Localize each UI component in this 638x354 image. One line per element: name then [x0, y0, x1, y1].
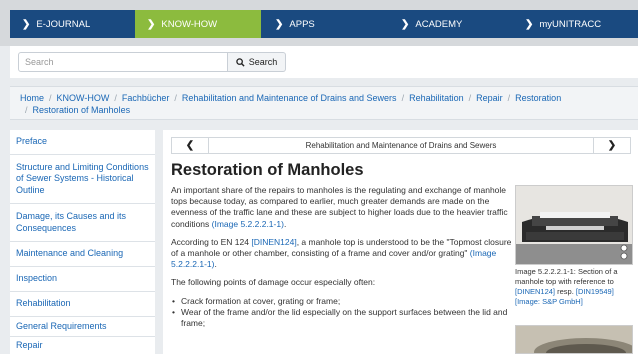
sidebar-item-label: Repair	[16, 339, 43, 350]
nav-label: KNOW-HOW	[161, 18, 218, 30]
breadcrumb-repair[interactable]: Repair	[476, 93, 503, 103]
nav-myunitracc[interactable]: ❯ myUNITRACC	[513, 10, 638, 38]
sidebar-item-label: Structure and Limiting Conditions of Sew…	[16, 161, 149, 195]
next-page-button[interactable]: ❯	[593, 138, 630, 153]
figure-caption: Image 5.2.2.2.1-1: Section of a manhole …	[515, 267, 618, 306]
search-icon	[236, 57, 245, 67]
chevron-right-icon: ❯	[607, 140, 617, 151]
manhole-section-image[interactable]	[515, 185, 633, 265]
sidebar-item-label: Rehabilitation	[16, 298, 71, 309]
nav-know-how[interactable]: ❯ KNOW-HOW	[135, 10, 261, 38]
manhole-photo-icon	[516, 326, 632, 353]
breadcrumb-separator: /	[49, 93, 52, 103]
breadcrumb-restoration[interactable]: Restoration	[515, 93, 561, 103]
breadcrumb-current[interactable]: Restoration of Manholes	[33, 105, 131, 115]
nav-apps[interactable]: ❯ APPS	[261, 10, 387, 38]
previous-page-button[interactable]: ❮	[172, 138, 209, 153]
sidebar-item-label: Damage, its Causes and its Consequences	[16, 211, 127, 233]
chevron-right-icon: ❯	[275, 18, 284, 30]
sidebar-item-inspection[interactable]: Inspection	[10, 267, 155, 292]
nav-e-journal[interactable]: ❯ E-JOURNAL	[10, 10, 135, 38]
paragraph: The following points of damage occur esp…	[171, 277, 376, 288]
breadcrumb-home[interactable]: Home	[20, 93, 44, 103]
list-item: Crack formation at cover, grating or fra…	[171, 296, 516, 307]
sidebar-item-label: Maintenance and Cleaning	[16, 248, 124, 259]
breadcrumb-separator: /	[468, 93, 472, 103]
page-title: Restoration of Manholes	[171, 161, 364, 179]
citation-link[interactable]: [DINEN124]	[251, 237, 296, 247]
search-bar: Search	[10, 46, 638, 78]
nav-label: APPS	[289, 18, 315, 30]
manhole-diagram-icon	[516, 186, 632, 264]
search-input[interactable]	[18, 52, 228, 72]
figure: Image 5.2.2.2.1-1: Section of a manhole …	[515, 185, 633, 354]
search-button-label: Search	[248, 57, 278, 67]
chevron-left-icon: ❮	[185, 140, 195, 151]
pager-title: Rehabilitation and Maintenance of Drains…	[305, 141, 497, 150]
breadcrumb-book[interactable]: Rehabilitation and Maintenance of Drains…	[182, 93, 397, 103]
main-content: ❮ Rehabilitation and Maintenance of Drai…	[163, 130, 638, 354]
sidebar-item-damage[interactable]: Damage, its Causes and its Consequences	[10, 204, 155, 242]
chapter-pager: ❮ Rehabilitation and Maintenance of Drai…	[171, 137, 631, 154]
sidebar-item-label: Preface	[16, 136, 48, 147]
chevron-right-icon: ❯	[147, 18, 156, 30]
paragraph: An important share of the repairs to man…	[171, 185, 508, 229]
article-body: An important share of the repairs to man…	[171, 185, 516, 329]
breadcrumb-separator: /	[401, 93, 405, 103]
sidebar-toc: Preface Structure and Limiting Condition…	[10, 130, 155, 354]
citation-link[interactable]: [DINEN124]	[515, 287, 555, 296]
sidebar-item-general-requirements[interactable]: General Requirements	[10, 317, 155, 337]
top-navigation-area: ❯ E-JOURNAL ❯ KNOW-HOW ❯ APPS ❯ ACADEMY …	[0, 0, 638, 46]
nav-label: myUNITRACC	[539, 18, 602, 30]
nav-label: E-JOURNAL	[36, 18, 91, 30]
chevron-right-icon: ❯	[525, 18, 534, 30]
breadcrumb-know-how[interactable]: KNOW-HOW	[57, 93, 110, 103]
image-reference-link[interactable]: (Image 5.2.2.2.1-1)	[212, 219, 284, 229]
sidebar-item-rehabilitation[interactable]: Rehabilitation	[10, 292, 155, 317]
breadcrumb-separator: /	[25, 105, 28, 115]
breadcrumb-separator: /	[507, 93, 511, 103]
breadcrumb-rehabilitation[interactable]: Rehabilitation	[409, 93, 464, 103]
sidebar-item-label: General Requirements	[16, 320, 107, 331]
citation-link[interactable]: [DIN19549]	[576, 287, 614, 296]
sidebar-item-preface[interactable]: Preface	[10, 130, 155, 155]
sidebar-item-label: Inspection	[16, 273, 58, 284]
search-button[interactable]: Search	[228, 52, 286, 72]
sidebar-item-structure[interactable]: Structure and Limiting Conditions of Sew…	[10, 155, 155, 204]
manhole-photo-image[interactable]	[515, 325, 633, 354]
sidebar-item-repair[interactable]: Repair	[10, 337, 155, 354]
breadcrumb: Home / KNOW-HOW / Fachbücher / Rehabilitation …	[10, 86, 638, 120]
damage-list: Crack formation at cover, grating or fra…	[171, 296, 516, 330]
list-item: Wear of the frame and/or the lid especia…	[171, 307, 516, 329]
breadcrumb-fachbuecher[interactable]: Fachbücher	[122, 93, 170, 103]
chevron-right-icon: ❯	[401, 18, 410, 30]
main-navbar: ❯ E-JOURNAL ❯ KNOW-HOW ❯ APPS ❯ ACADEMY …	[10, 10, 638, 38]
nav-academy[interactable]: ❯ ACADEMY	[387, 10, 513, 38]
nav-label: ACADEMY	[415, 18, 463, 30]
chevron-right-icon: ❯	[22, 18, 31, 30]
paragraph: According to EN 124 [DINEN124], a manhol…	[171, 236, 512, 270]
image-credit-link[interactable]: [Image: S&P GmbH]	[515, 297, 583, 306]
breadcrumb-separator: /	[114, 93, 117, 103]
sidebar-item-maintenance[interactable]: Maintenance and Cleaning	[10, 242, 155, 267]
breadcrumb-separator: /	[174, 93, 177, 103]
